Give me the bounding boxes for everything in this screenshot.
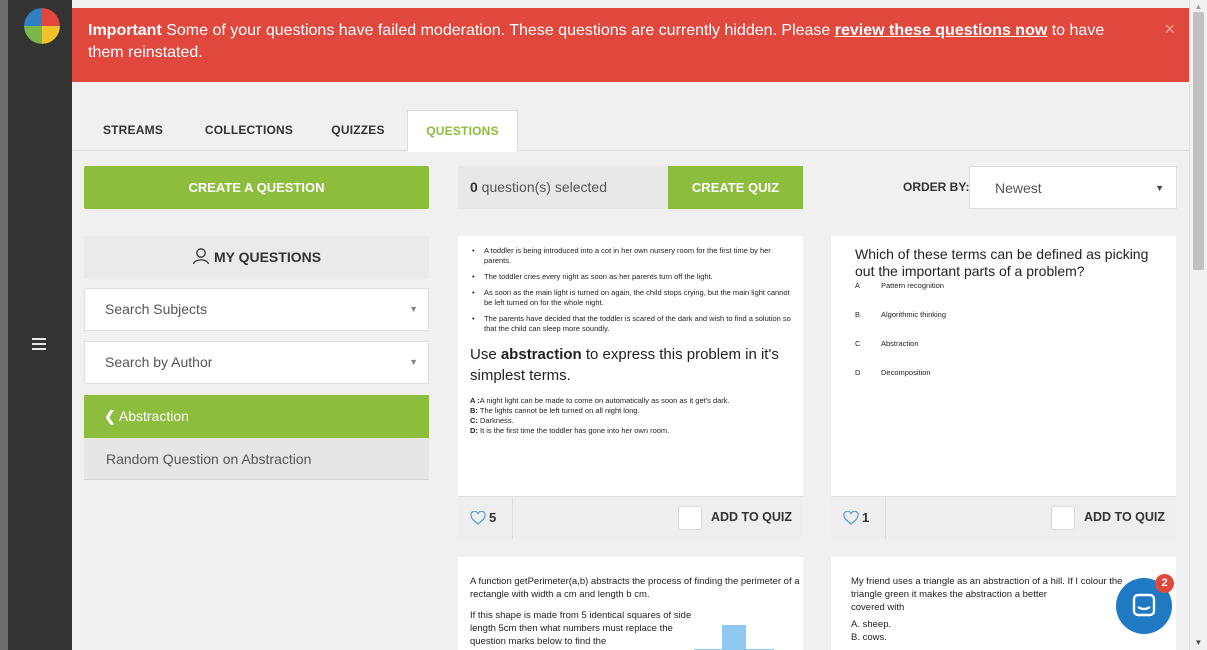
answer-item: C Abstraction: [855, 339, 919, 348]
heart-icon: [843, 510, 859, 525]
search-author-label: Search by Author: [105, 354, 213, 370]
tab-streams[interactable]: STREAMS: [92, 110, 174, 151]
user-icon: [192, 248, 210, 265]
alert-text-before: Some of your questions have failed moder…: [161, 22, 835, 39]
tab-bar: STREAMS COLLECTIONS QUIZZES QUESTIONS: [72, 110, 1189, 152]
question-text: Which of these terms can be defined as p…: [855, 246, 1149, 279]
question-card: A toddler is being introduced into a cot…: [458, 236, 803, 539]
my-questions-header: MY QUESTIONS: [84, 236, 429, 279]
like-button[interactable]: 1: [843, 510, 869, 525]
answer-item: B Algorithmic thinking: [855, 310, 947, 319]
answer-item: A Pattern recognition: [855, 281, 944, 290]
question-scenario-list: A toddler is being introduced into a cot…: [458, 236, 803, 334]
close-icon[interactable]: ×: [1164, 20, 1175, 38]
moderation-alert: Important Some of your questions have fa…: [72, 8, 1189, 82]
chat-notification-badge: 2: [1155, 574, 1174, 593]
page-scrollbar[interactable]: ▲ ▼: [1189, 0, 1207, 650]
selected-count-label: question(s) selected: [477, 179, 607, 195]
scrollbar-thumb[interactable]: [1193, 12, 1204, 270]
chevron-left-icon: ❮: [104, 408, 116, 424]
scroll-down-arrow-icon[interactable]: ▼: [1190, 636, 1207, 650]
list-item: The toddler cries every night as soon as…: [470, 272, 791, 282]
subject-active-label: Abstraction: [118, 408, 189, 424]
tab-questions[interactable]: QUESTIONS: [407, 110, 518, 152]
review-questions-link[interactable]: review these questions now: [835, 22, 1048, 39]
hamburger-icon[interactable]: [32, 338, 46, 350]
answer-item: D: It is the first time the toddler has …: [470, 426, 670, 435]
subject-item-random-question[interactable]: Random Question on Abstraction: [84, 438, 429, 480]
question-text: Use abstraction to express this problem …: [470, 346, 779, 384]
divider: [512, 497, 513, 539]
add-to-quiz-label[interactable]: ADD TO QUIZ: [1084, 510, 1165, 524]
card-footer: 5 ADD TO QUIZ: [458, 496, 803, 539]
question-card: A function getPerimeter(a,b) abstracts t…: [458, 557, 803, 650]
answer-item: A :A night light can be made to come on …: [470, 396, 730, 405]
search-subjects-select[interactable]: Search Subjects ▼: [84, 288, 429, 331]
create-quiz-button[interactable]: CREATE QUIZ: [668, 166, 803, 209]
answer-item: B: The lights cannot be left turned on a…: [470, 406, 640, 415]
list-item: As soon as the main light is turned on a…: [470, 288, 791, 308]
add-to-quiz-checkbox[interactable]: [678, 506, 702, 530]
card-footer: 1 ADD TO QUIZ: [831, 496, 1176, 539]
answer-item: C: Darkness.: [470, 416, 514, 425]
my-questions-label: MY QUESTIONS: [213, 249, 322, 265]
subject-back-abstraction[interactable]: ❮ Abstraction: [84, 395, 429, 438]
heart-icon: [470, 510, 486, 525]
answer-list: A :A night light can be made to come on …: [458, 386, 803, 436]
window-frame: [0, 0, 8, 650]
main-content: Important Some of your questions have fa…: [72, 0, 1189, 650]
selected-count: 0 question(s) selected: [458, 166, 668, 209]
divider: [885, 497, 886, 539]
answer-list: A Pattern recognition B Algorithmic thinki…: [831, 281, 1176, 397]
order-by-label: ORDER BY:: [903, 180, 970, 194]
like-count: 1: [862, 510, 870, 525]
dropdown-arrow-icon: ▼: [409, 357, 418, 367]
list-item: The parents have decided that the toddle…: [470, 314, 791, 334]
app-logo[interactable]: [24, 8, 60, 44]
create-question-button[interactable]: CREATE A QUESTION: [84, 166, 429, 209]
add-to-quiz-checkbox[interactable]: [1051, 506, 1075, 530]
dropdown-arrow-icon: ▼: [409, 304, 418, 314]
search-author-select[interactable]: Search by Author ▼: [84, 341, 429, 384]
answer-item: D Decomposition: [855, 368, 931, 377]
tab-collections[interactable]: COLLECTIONS: [189, 110, 309, 151]
dropdown-arrow-icon: ▼: [1155, 183, 1164, 193]
like-count: 5: [489, 510, 497, 525]
app-sidebar: [8, 0, 72, 650]
alert-prefix: Important: [88, 22, 162, 39]
add-to-quiz-label[interactable]: ADD TO QUIZ: [711, 510, 792, 524]
tab-quizzes[interactable]: QUIZZES: [316, 110, 400, 151]
selected-count-number: 0: [470, 179, 478, 195]
list-item: A toddler is being introduced into a cot…: [470, 246, 791, 266]
question-card: Which of these terms can be defined as p…: [831, 236, 1176, 539]
question-text: A function getPerimeter(a,b) abstracts t…: [470, 576, 800, 647]
search-subjects-label: Search Subjects: [105, 301, 207, 317]
like-button[interactable]: 5: [470, 510, 496, 525]
shape-diagram: [722, 625, 746, 650]
order-by-select[interactable]: Newest ▼: [969, 166, 1177, 209]
order-by-value: Newest: [995, 180, 1042, 196]
